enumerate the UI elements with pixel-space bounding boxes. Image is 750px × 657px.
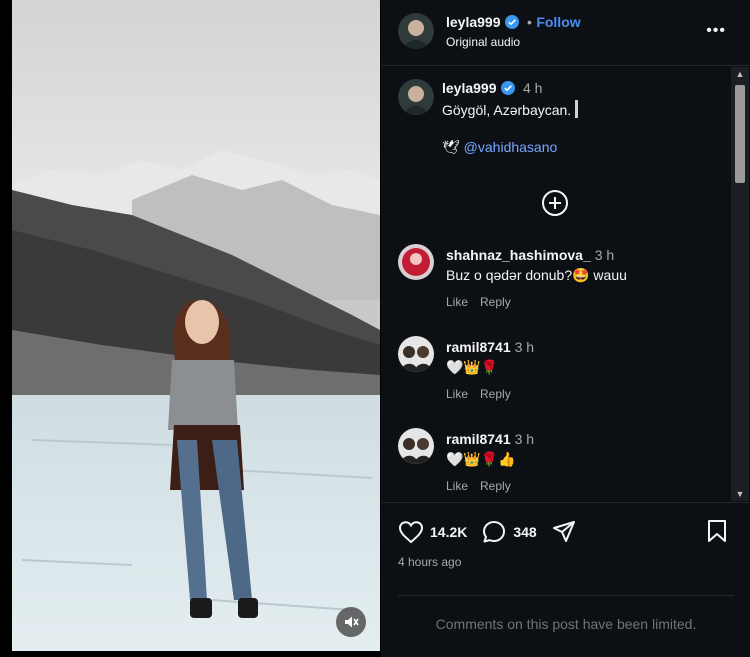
author-avatar[interactable]	[398, 13, 434, 49]
follow-button[interactable]: Follow	[536, 14, 580, 30]
mention-link[interactable]: @vahidhasano	[464, 139, 558, 155]
comment-actions: Like Reply	[446, 479, 716, 493]
caption-mention: 🕊 @vahidhasano	[442, 137, 722, 157]
audio-link[interactable]: Original audio	[446, 35, 520, 49]
avatar-image	[398, 244, 434, 280]
speaker-muted-icon	[345, 616, 359, 628]
comment-time[interactable]: 3 h	[515, 431, 534, 447]
comment-time[interactable]: 3 h	[595, 247, 614, 263]
scrollbar-thumb[interactable]	[735, 85, 745, 183]
comments-count[interactable]: 348	[513, 524, 536, 540]
comments-scrollbar[interactable]: ▲ ▼	[731, 67, 749, 501]
post-timestamp[interactable]: 4 hours ago	[398, 555, 461, 569]
heart-icon[interactable]	[398, 520, 424, 544]
comment-username[interactable]: ramil8741	[446, 339, 511, 355]
comment-username[interactable]: shahnaz_hashimova_	[446, 247, 591, 263]
post-actions-bar: 14.2K 348 4 hours ago Comments on this p…	[381, 502, 750, 657]
load-more-comments-icon[interactable]	[541, 189, 569, 217]
more-options-icon[interactable]: •••	[706, 22, 726, 40]
caption-avatar[interactable]	[398, 79, 434, 115]
separator-dot: •	[526, 14, 532, 30]
share-icon[interactable]	[551, 519, 577, 545]
likes-count[interactable]: 14.2K	[430, 524, 467, 540]
caption-text-content: Göygöl, Azərbaycan.	[442, 102, 572, 118]
comment-icon[interactable]	[481, 519, 507, 545]
avatar-image	[398, 13, 434, 49]
comment-time[interactable]: 3 h	[515, 339, 534, 355]
post-photo	[12, 0, 380, 651]
verified-badge-icon	[504, 15, 519, 29]
caption-time[interactable]: 4 h	[523, 80, 542, 96]
comment-username[interactable]: ramil8741	[446, 431, 511, 447]
action-icons: 14.2K 348	[398, 519, 577, 545]
comment-avatar[interactable]	[398, 428, 434, 464]
comment-text: 🤍👑🌹👍	[446, 451, 516, 467]
post-side-panel: leyla999 • Follow Original audio ••• ley…	[381, 0, 750, 657]
comment-actions: Like Reply	[446, 387, 716, 401]
comments-list: leyla999 4 h Göygöl, Azərbaycan. 🕊 @vahi…	[381, 67, 731, 501]
mute-button[interactable]	[336, 607, 366, 637]
verified-badge-icon	[500, 81, 515, 95]
caption-username[interactable]: leyla999	[442, 80, 497, 96]
comments-limited-notice: Comments on this post have been limited.	[398, 595, 734, 632]
avatar-image	[398, 79, 434, 115]
comment-text: Buz o qədər donub?🤩 wauu	[446, 267, 627, 283]
caption: leyla999 4 h Göygöl, Azərbaycan. 🕊 @vahi…	[442, 80, 722, 157]
author-username[interactable]: leyla999	[446, 14, 501, 30]
reply-link[interactable]: Reply	[480, 295, 511, 309]
comment-text: 🤍👑🌹	[446, 359, 499, 375]
like-link[interactable]: Like	[446, 387, 468, 401]
header-title-line: leyla999 • Follow	[446, 14, 581, 32]
comment-avatar[interactable]	[398, 336, 434, 372]
bookmark-icon[interactable]	[706, 519, 728, 543]
post-header: leyla999 • Follow Original audio •••	[381, 0, 750, 66]
like-link[interactable]: Like	[446, 479, 468, 493]
scroll-down-arrow-icon[interactable]: ▼	[731, 487, 749, 501]
app-window: leyla999 • Follow Original audio ••• ley…	[0, 0, 750, 657]
caption-text: Göygöl, Azərbaycan.	[442, 100, 722, 120]
reply-link[interactable]: Reply	[480, 387, 511, 401]
comment-avatar[interactable]	[398, 244, 434, 280]
reply-link[interactable]: Reply	[480, 479, 511, 493]
post-media[interactable]	[12, 0, 380, 651]
comment-item: shahnaz_hashimova_ 3 h Buz o qədər donub?…	[446, 247, 716, 309]
text-cursor	[575, 100, 579, 118]
dove-emoji: 🕊	[442, 139, 460, 155]
comment-item: ramil8741 3 h 🤍👑🌹 Like Reply	[446, 339, 716, 401]
comment-actions: Like Reply	[446, 295, 716, 309]
avatar-image	[398, 428, 434, 464]
avatar-image	[398, 336, 434, 372]
like-link[interactable]: Like	[446, 295, 468, 309]
scroll-up-arrow-icon[interactable]: ▲	[731, 67, 749, 81]
comment-item: ramil8741 3 h 🤍👑🌹👍 Like Reply	[446, 431, 716, 493]
